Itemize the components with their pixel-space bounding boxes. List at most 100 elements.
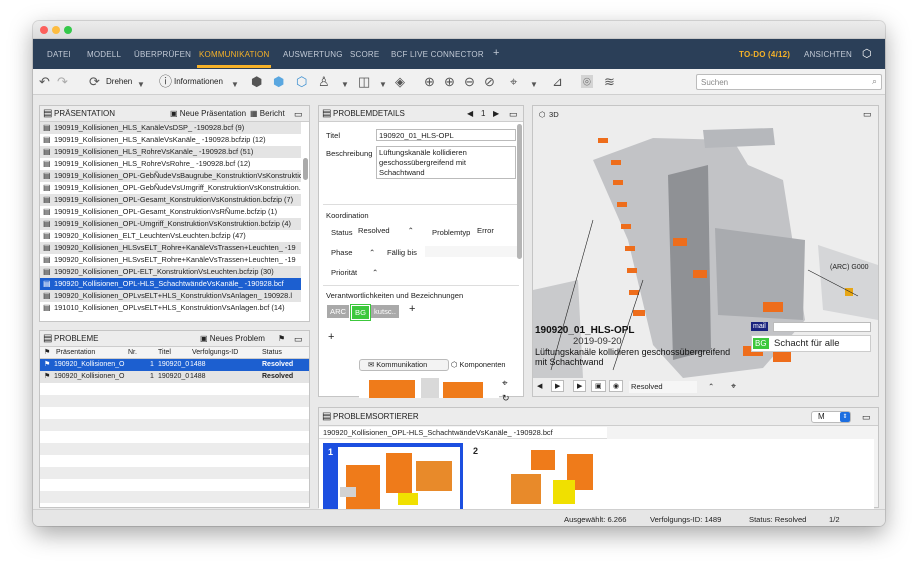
menu-add[interactable]: + [493, 47, 500, 59]
next-issue-icon[interactable]: ▶ [493, 106, 499, 122]
flag-icon[interactable]: ⚑ [278, 331, 285, 347]
panel-maximize-icon[interactable]: ▭ [294, 106, 303, 122]
rotate-icon[interactable]: ⟳ [89, 75, 100, 88]
list-item[interactable]: ▤ 190919_Kollisionen_HLS_RohreVsKanäle_ -… [40, 146, 301, 158]
menu-modell[interactable]: MODELL [87, 50, 121, 59]
panel-maximize-icon[interactable]: ▭ [294, 331, 303, 347]
chevron-updown-icon[interactable]: ⌃ [372, 268, 378, 277]
cube-hide-icon[interactable]: ⬢ [273, 75, 284, 88]
layers-icon[interactable]: ≋ [604, 75, 615, 88]
list-item[interactable]: ▤ 190919_Kollisionen_OPL-Umgriff_Konstruk… [40, 218, 301, 230]
add-tag-icon[interactable]: + [409, 303, 415, 315]
screen-icon[interactable]: ▣ [591, 380, 606, 392]
cube-select-icon[interactable]: ⬢ [251, 75, 262, 88]
cube-isolate-icon[interactable]: ⬡ [296, 75, 307, 88]
scrollbar[interactable] [303, 158, 308, 180]
box-view-icon[interactable]: ◫ [358, 75, 370, 88]
list-item[interactable]: ▤ 190919_Kollisionen_OPL-GebÑudeVsBaugrub… [40, 170, 301, 182]
col-titel[interactable]: Titel [158, 347, 171, 359]
list-item[interactable]: ▤ 190919_Kollisionen_OPL-Gesamt_Konstrukt… [40, 194, 301, 206]
zoom-in-icon[interactable]: ⊕ [444, 75, 455, 88]
chevron-updown-icon[interactable]: ⌃ [369, 248, 375, 257]
list-item[interactable]: ▤ 190920_Kollisionen_HLSvsELT_Rohre+Kanäl… [40, 242, 301, 254]
list-item[interactable]: ▤ 190920_Kollisionen_OPL-ELT_Konstruktion… [40, 266, 301, 278]
tag-arc[interactable]: ARC [327, 305, 350, 318]
rotate-label[interactable]: Drehen [106, 77, 132, 86]
report-button[interactable]: ▦ Bericht [250, 106, 285, 122]
menu-bcf-live-connector[interactable]: BCF LIVE CONNECTOR [391, 50, 484, 59]
next-viewpoint-icon[interactable]: ▶ [573, 380, 587, 392]
section-box-icon[interactable]: ◈ [395, 75, 405, 88]
camera-icon[interactable]: ⌖ [731, 381, 736, 392]
col-tracking-id[interactable]: Verfolgungs-ID [192, 347, 238, 359]
comment-snapshot[interactable] [359, 376, 499, 398]
chevron-updown-icon[interactable]: ⌃ [708, 382, 714, 391]
prev-issue-icon[interactable]: ◀ [467, 106, 473, 122]
list-item[interactable]: ▤ 190919_Kollisionen_OPL-Gesamt_Konstrukt… [40, 206, 301, 218]
tab-communication[interactable]: ✉ Kommunikation [359, 359, 449, 371]
viewer-status-select[interactable]: Resolved [629, 381, 697, 393]
menu-ansichten[interactable]: ANSICHTEN [804, 50, 852, 59]
redo-icon[interactable]: ↷ [57, 75, 68, 88]
comment-icon[interactable]: ◉ [609, 380, 624, 392]
scrollbar[interactable] [517, 124, 522, 259]
list-item[interactable]: ▤ 190919_Kollisionen_HLS_RohreVsRohre_ -1… [40, 158, 301, 170]
pointer-icon[interactable]: ⌖ [510, 75, 517, 88]
menu-kommunikation[interactable]: KOMMUNIKATION [196, 50, 272, 68]
col-nr[interactable]: Nr. [128, 347, 137, 359]
list-item[interactable]: ▤ 191010_Kollisionen_OPLvsELT+HLS_Konstru… [40, 302, 301, 314]
list-item[interactable]: ▤ 190919_Kollisionen_HLS_KanäleVsKanäle_ … [40, 134, 301, 146]
panel-maximize-icon[interactable]: ▭ [863, 109, 872, 120]
due-date-field[interactable] [425, 246, 517, 257]
walk-icon[interactable]: ♙ [318, 75, 330, 88]
table-row[interactable]: ⚑ 190920_Kollisionen_O 1 190920_0 1488 Resolv… [40, 359, 309, 371]
undo-icon[interactable]: ↶ [39, 75, 50, 88]
menu-datei[interactable]: DATEI [47, 50, 71, 59]
model-cube-icon[interactable]: ⬡ [862, 47, 872, 60]
chevron-down-icon[interactable]: ▼ [231, 78, 239, 91]
ruler-icon[interactable]: ⊿ [552, 75, 563, 88]
map-pin-icon[interactable]: ⌾ [581, 75, 593, 88]
list-item[interactable]: ▤ 190920_Kollisionen_ELT_LeuchtenVsLeucht… [40, 230, 301, 242]
zoom-fit-icon[interactable]: ⊕ [424, 75, 435, 88]
close-window-button[interactable] [40, 26, 48, 34]
play-icon[interactable]: ▶ [551, 380, 565, 392]
description-field[interactable]: Lüftungskanäle kollidieren geschossüberg… [376, 146, 516, 179]
menu-score[interactable]: SCORE [350, 50, 379, 59]
tag-bg[interactable]: BG [350, 304, 371, 321]
list-item[interactable]: ▤ 190920_Kollisionen_OPLvsELT+HLS_Konstru… [40, 290, 301, 302]
zoom-window-button[interactable] [64, 26, 72, 34]
info-label[interactable]: Informationen [174, 77, 223, 86]
list-item[interactable]: ▤ 190920_Kollisionen_HLSvsELT_Rohre+Kanäl… [40, 254, 301, 266]
menu-ueberpruefen[interactable]: ÜBERPRÜFEN [134, 50, 191, 59]
zoom-out-icon[interactable]: ⊖ [464, 75, 475, 88]
issue-type-select[interactable]: Error [475, 225, 519, 237]
tag-kutsc[interactable]: kutsc.. [371, 305, 399, 318]
issue-card[interactable]: 2 [469, 443, 609, 509]
prev-viewpoint-icon[interactable]: ◀ [537, 382, 542, 390]
menu-auswertung[interactable]: AUSWERTUNG [283, 50, 343, 59]
todo-counter[interactable]: TO-DO (4/12) [739, 50, 790, 59]
chevron-down-icon[interactable]: ▼ [379, 78, 387, 91]
col-status[interactable]: Status [262, 347, 282, 359]
zoom-window-icon[interactable]: ⊘ [484, 75, 495, 88]
chevron-down-icon[interactable]: ▼ [137, 78, 145, 91]
new-problem-button[interactable]: ▣ Neues Problem [200, 331, 265, 347]
panel-maximize-icon[interactable]: ▭ [862, 408, 871, 426]
issue-card[interactable]: 1 [323, 443, 463, 509]
refresh-icon[interactable]: ↻ [502, 393, 510, 404]
panel-maximize-icon[interactable]: ▭ [509, 106, 518, 122]
mail-field[interactable] [773, 322, 871, 332]
add-icon[interactable]: + [328, 331, 334, 343]
title-field[interactable]: 190920_01_HLS-OPL [376, 129, 516, 141]
search-input[interactable]: Suchen ⌕ [696, 74, 882, 90]
list-item[interactable]: ▤ 190919_Kollisionen_HLS_KanäleVsDSP_ -19… [40, 122, 301, 134]
thumbnail-size-select[interactable]: M ⇕ [811, 411, 851, 423]
list-item[interactable]: ▤ 190919_Kollisionen_OPL-GebÑudeVsUmgriff… [40, 182, 301, 194]
minimize-window-button[interactable] [52, 26, 60, 34]
col-praesentation[interactable]: Präsentation [56, 347, 95, 359]
new-presentation-button[interactable]: ▣ Neue Präsentation [170, 106, 246, 122]
status-select[interactable]: Resolved ⌃ [356, 225, 416, 237]
chevron-down-icon[interactable]: ▼ [530, 78, 538, 91]
info-icon[interactable]: ⓘ [159, 75, 172, 88]
